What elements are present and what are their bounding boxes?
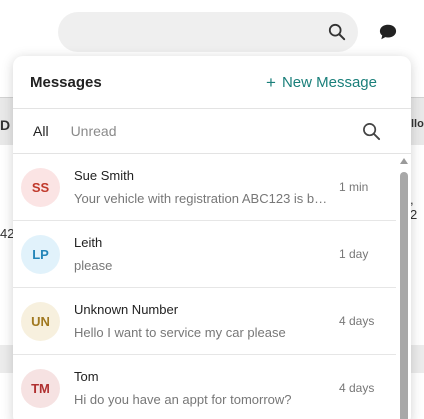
background-text-fragment: D (0, 117, 11, 133)
search-icon[interactable] (362, 122, 381, 141)
message-preview: Hi do you have an appt for tomorrow? (74, 392, 292, 407)
filter-tab-all[interactable]: All (33, 123, 49, 139)
conversation-text: Leith please (74, 235, 330, 273)
message-time: 4 days (339, 314, 375, 328)
new-message-label: New Message (281, 73, 377, 91)
panel-header: Messages + New Message (13, 56, 411, 109)
contact-name: Unknown Number (74, 302, 179, 317)
new-message-button[interactable]: + New Message (266, 74, 377, 91)
message-time: 1 min (339, 180, 369, 194)
conversation-text: Sue Smith Your vehicle with registration… (74, 168, 330, 206)
scroll-up-arrow-icon[interactable] (400, 158, 408, 164)
background-text-fragment: llo (411, 118, 424, 130)
avatar: SS (21, 167, 60, 207)
scrollbar[interactable] (400, 154, 408, 419)
global-search-bar[interactable] (58, 12, 358, 52)
contact-name: Sue Smith (74, 168, 134, 183)
conversation-row[interactable]: UN Unknown Number Hello I want to servic… (13, 288, 396, 355)
conversation-row[interactable]: LP Leith please 1 day (13, 221, 396, 288)
avatar: TM (21, 368, 60, 408)
messages-panel: Messages + New Message All Unread SS Sue… (13, 56, 411, 419)
message-time: 1 day (339, 247, 369, 261)
search-icon[interactable] (328, 23, 346, 41)
filter-tab-unread[interactable]: Unread (71, 123, 117, 139)
message-preview: Your vehicle with registration ABC123 is… (74, 191, 330, 206)
message-preview: please (74, 258, 113, 273)
contact-name: Tom (74, 369, 99, 384)
conversation-text: Unknown Number Hello I want to service m… (74, 302, 330, 340)
chat-bubble-icon[interactable] (379, 23, 397, 41)
avatar: LP (21, 234, 60, 274)
message-filters: All Unread (13, 109, 411, 154)
conversation-list[interactable]: SS Sue Smith Your vehicle with registrat… (13, 154, 411, 419)
panel-title: Messages (30, 73, 102, 91)
contact-name: Leith (74, 235, 103, 250)
scrollbar-thumb[interactable] (400, 172, 408, 419)
avatar: UN (21, 301, 60, 341)
plus-icon: + (266, 72, 276, 92)
message-time: 4 days (339, 381, 375, 395)
conversation-row[interactable]: TM Tom Hi do you have an appt for tomorr… (13, 355, 396, 419)
message-preview: Hello I want to service my car please (74, 325, 286, 340)
conversation-text: Tom Hi do you have an appt for tomorrow? (74, 369, 330, 407)
conversation-row[interactable]: SS Sue Smith Your vehicle with registrat… (13, 154, 396, 221)
background-text-fragment: , 2 (410, 192, 418, 222)
